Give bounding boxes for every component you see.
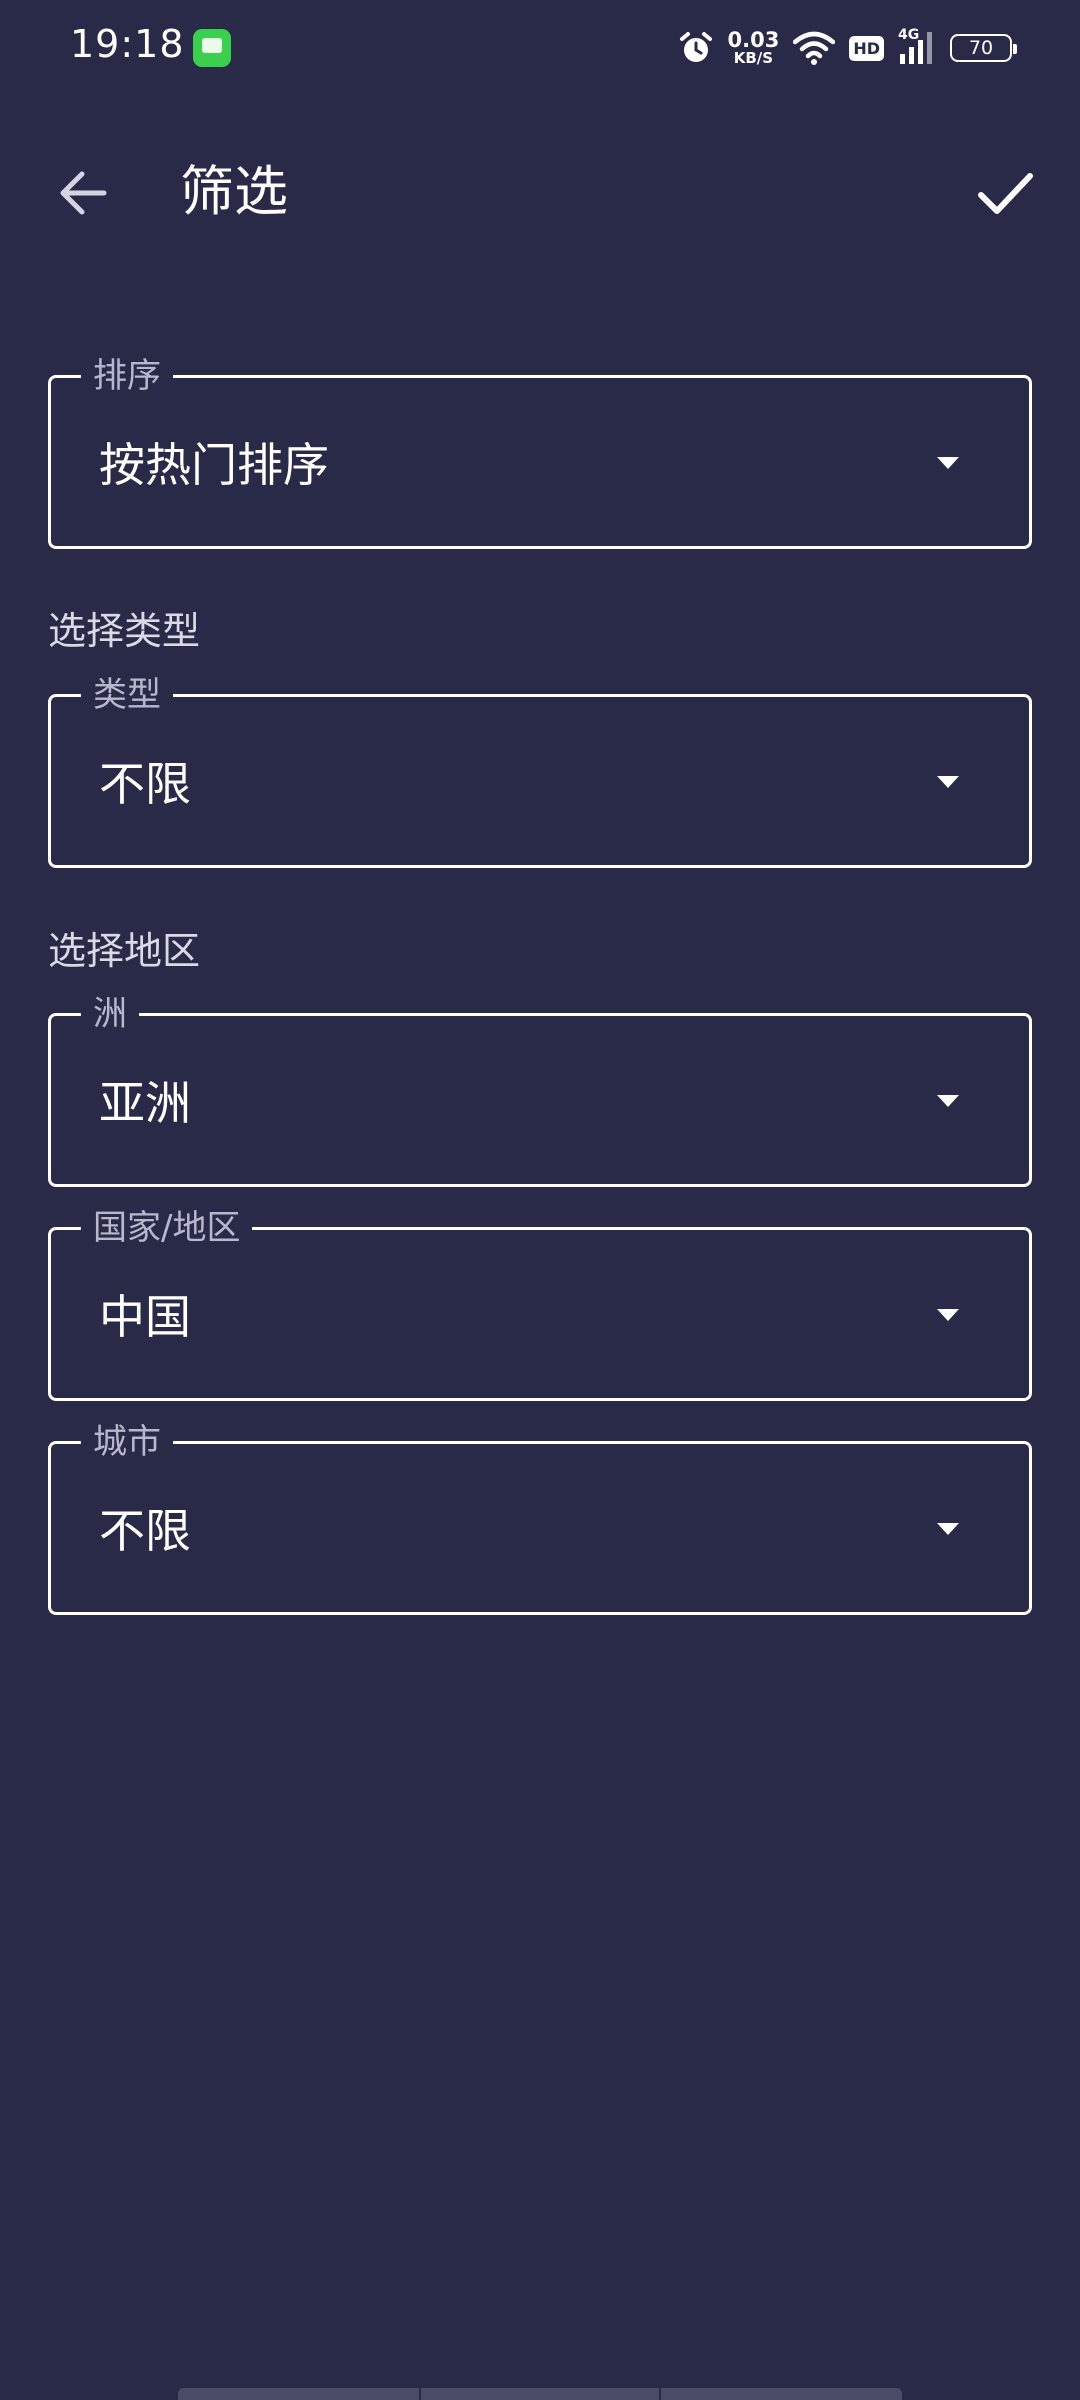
sort-value: 按热门排序 (99, 438, 329, 492)
dropdown-arrow-icon (937, 457, 959, 469)
dropdown-arrow-icon (937, 1309, 959, 1321)
type-value: 不限 (99, 757, 191, 811)
continent-select[interactable]: 洲 亚洲 (48, 992, 1032, 1187)
wifi-icon (793, 31, 836, 65)
arrow-left-icon (60, 171, 107, 215)
hd-badge: HD (849, 35, 884, 61)
continent-label: 洲 (81, 992, 139, 1036)
country-value: 中国 (99, 1290, 191, 1344)
city-label: 城市 (81, 1420, 173, 1464)
network-speed: 0.03 KB/S (728, 30, 780, 66)
continent-value: 亚洲 (99, 1076, 191, 1130)
dropdown-arrow-icon (937, 776, 959, 788)
alarm-icon (679, 32, 712, 62)
region-section-heading: 选择地区 (48, 929, 201, 973)
dropdown-arrow-icon (937, 1095, 959, 1107)
dropdown-arrow-icon (937, 1523, 959, 1535)
country-label: 国家/地区 (81, 1206, 253, 1250)
city-value: 不限 (99, 1504, 191, 1558)
page-title: 筛选 (180, 160, 288, 223)
network-speed-unit: KB/S (733, 49, 774, 67)
back-button[interactable] (50, 158, 120, 228)
status-time: 19:18 (70, 22, 185, 66)
nav-handle-divider (659, 2388, 661, 2400)
city-select[interactable]: 城市 不限 (48, 1420, 1032, 1615)
status-bar: 19:18 0.03 KB/S HD 4G 70 (0, 0, 1080, 96)
confirm-button[interactable] (970, 158, 1040, 228)
battery-level: 70 (968, 37, 994, 59)
type-select[interactable]: 类型 不限 (48, 673, 1032, 868)
type-section-heading: 选择类型 (48, 609, 201, 653)
sort-select[interactable]: 排序 按热门排序 (48, 354, 1032, 549)
nav-handle-divider (419, 2388, 421, 2400)
sort-label: 排序 (81, 354, 173, 398)
type-label: 类型 (81, 673, 173, 717)
messages-app-icon (193, 29, 231, 67)
status-icons: 0.03 KB/S HD 4G 70 (678, 26, 1017, 70)
network-type-label: 4G (898, 27, 920, 43)
battery-icon: 70 (950, 34, 1017, 62)
navigation-handle[interactable] (178, 2388, 902, 2400)
check-icon (978, 173, 1033, 214)
network-speed-value: 0.03 (727, 28, 780, 52)
country-select[interactable]: 国家/地区 中国 (48, 1206, 1032, 1401)
cellular-signal-icon: 4G (898, 27, 936, 66)
